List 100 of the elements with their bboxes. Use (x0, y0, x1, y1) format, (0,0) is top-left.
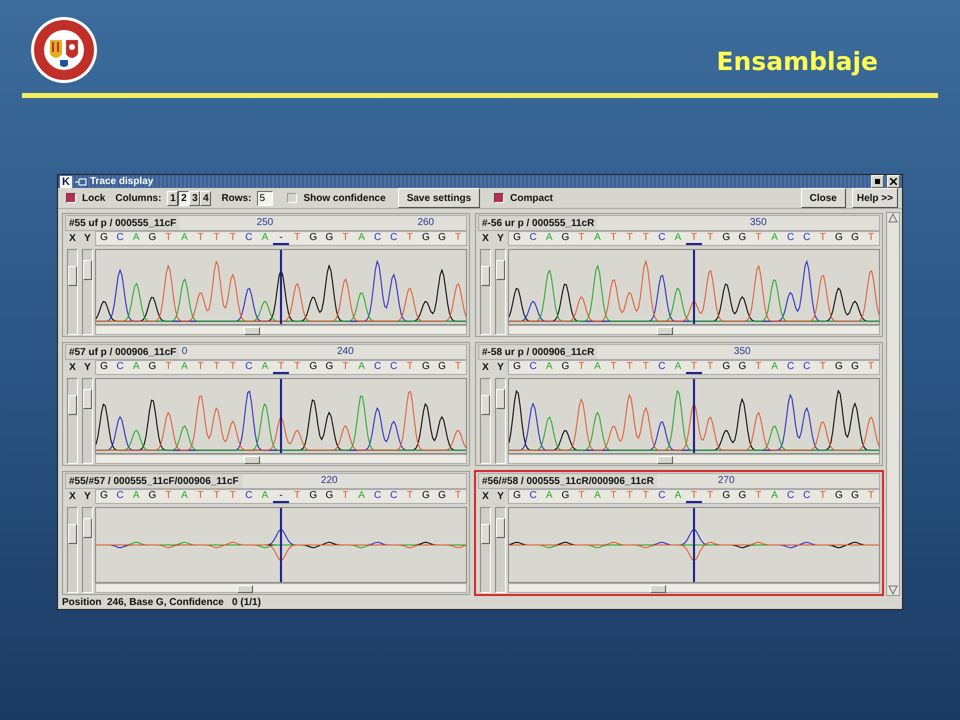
scroll-up-icon[interactable] (888, 213, 898, 223)
horizontal-scrollbar[interactable] (95, 454, 467, 464)
base-letter: G (324, 361, 334, 374)
rows-field[interactable]: 5 (257, 190, 274, 206)
slider-thumb[interactable] (481, 395, 490, 415)
base-letter: T (686, 232, 702, 245)
slider-thumb[interactable] (496, 260, 505, 280)
zoom-slider[interactable] (480, 249, 491, 335)
slider-label: X (482, 491, 489, 502)
slider-thumb[interactable] (496, 388, 505, 409)
checkbox-label: Show confidence (303, 192, 386, 204)
slider-thumb[interactable] (481, 524, 490, 544)
horizontal-scrollbar[interactable] (508, 454, 880, 464)
slider-thumb[interactable] (481, 266, 490, 286)
base-letter: T (577, 490, 586, 503)
base-letter: A (544, 361, 554, 374)
horizontal-scrollbar[interactable] (508, 325, 880, 335)
base-letter: G (850, 361, 860, 374)
zoom-slider[interactable] (67, 507, 78, 593)
help-button[interactable]: Help >> (852, 188, 898, 208)
slider-thumb[interactable] (83, 260, 92, 280)
checkbox[interactable] (287, 193, 298, 203)
base-letter: G (437, 490, 447, 503)
base-letter: T (164, 490, 172, 503)
column-count-button[interactable]: 2 (178, 190, 190, 206)
slider-thumb[interactable] (68, 266, 77, 286)
zoom-slider[interactable] (67, 378, 78, 464)
zoom-slider[interactable] (495, 507, 506, 593)
slider-label: X (69, 491, 76, 502)
base-letter: C (657, 232, 666, 245)
slider-thumb[interactable] (68, 395, 77, 415)
base-letter: T (626, 490, 634, 503)
base-letter: - (273, 490, 290, 503)
slider-label: X (482, 362, 489, 373)
window-menu-button[interactable] (871, 175, 884, 188)
base-letter: G (324, 232, 334, 245)
base-letter: C (528, 232, 538, 245)
slider-thumb[interactable] (83, 388, 92, 409)
base-letter: C (373, 490, 382, 503)
base-letter: T (406, 361, 414, 374)
column-count-button[interactable]: 4 (200, 190, 212, 206)
save-settings-button[interactable]: Save settings (398, 188, 480, 208)
column-count-button[interactable]: 1 (167, 190, 178, 206)
base-letter: T (341, 490, 350, 503)
square-icon (875, 179, 880, 184)
base-letter: C (657, 490, 666, 503)
base-letter: T (577, 232, 586, 245)
base-letter: G (99, 232, 109, 245)
horizontal-scrollbar[interactable] (95, 583, 467, 593)
base-letter: A (180, 490, 189, 503)
checkbox[interactable] (494, 193, 504, 203)
scroll-down-icon[interactable] (888, 585, 898, 595)
base-letter: G (421, 361, 431, 374)
slider-thumb[interactable] (496, 518, 505, 538)
base-letter: T (686, 490, 702, 503)
base-letter: - (273, 232, 290, 245)
base-letter: T (610, 232, 618, 245)
seal-logo (30, 16, 98, 84)
base-letter: C (116, 232, 125, 245)
base-letter: A (357, 361, 366, 374)
base-letter: A (770, 361, 779, 374)
base-letter: A (674, 361, 682, 374)
horizontal-scrollbar[interactable] (95, 325, 467, 335)
base-letter: G (721, 490, 732, 503)
base-letter: C (244, 232, 254, 245)
base-letter: T (626, 361, 634, 374)
zoom-slider[interactable] (82, 378, 93, 464)
base-letter: T (626, 232, 634, 245)
base-letter: T (754, 361, 762, 374)
slider-thumb[interactable] (83, 518, 92, 538)
slider-thumb[interactable] (68, 524, 77, 544)
zoom-slider[interactable] (67, 249, 78, 335)
checkbox[interactable] (66, 193, 76, 203)
base-letter: T (867, 490, 876, 503)
base-letter: T (164, 232, 172, 245)
base-letter: T (706, 361, 714, 374)
base-letter: C (786, 361, 796, 374)
checkbox-label: Compact (510, 192, 553, 204)
base-letter: C (244, 361, 254, 374)
close-button[interactable] (887, 175, 900, 188)
base-letter: G (834, 361, 844, 374)
base-letter: T (196, 361, 205, 374)
zoom-slider[interactable] (82, 249, 93, 335)
trace-name: #57 uf p / 000906_11cF (66, 345, 180, 359)
base-letter: T (454, 232, 462, 245)
ruler-label: 250 (256, 217, 274, 228)
base-letter: C (528, 490, 538, 503)
horizontal-scrollbar[interactable] (508, 583, 880, 593)
zoom-slider[interactable] (480, 507, 491, 593)
zoom-slider[interactable] (495, 378, 506, 464)
zoom-slider[interactable] (82, 507, 93, 593)
close-button[interactable]: Close (800, 188, 846, 208)
trace-panel[interactable]: #56/#58 / 000555_11cR/000906_11cR 270 X Y G C A G T A T T T C A T T G G T A C C T G G T (474, 470, 884, 596)
base-letter: G (421, 490, 431, 503)
column-count-button[interactable]: 3 (189, 190, 200, 206)
vertical-scrollbar[interactable] (886, 212, 900, 596)
base-letter: T (228, 361, 237, 374)
zoom-slider[interactable] (480, 378, 491, 464)
base-letter: G (721, 361, 732, 374)
zoom-slider[interactable] (495, 249, 506, 335)
